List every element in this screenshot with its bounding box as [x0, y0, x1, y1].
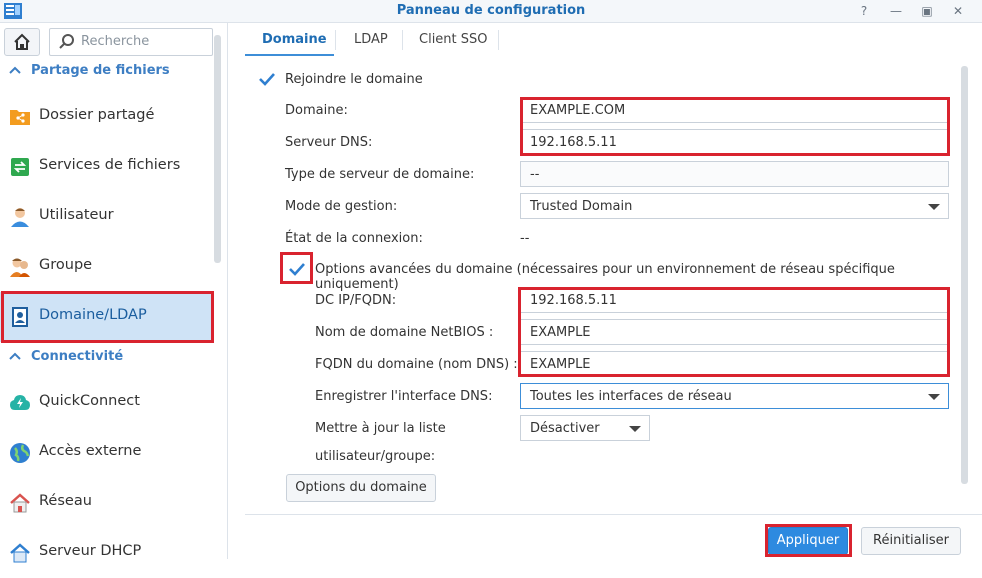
search-input[interactable]: Recherche: [81, 34, 149, 49]
search-icon: [59, 34, 74, 49]
sidebar: Recherche Partage de fichiers Dossier pa…: [0, 23, 228, 563]
dns-server-label: Serveur DNS:: [285, 135, 373, 150]
content-scrollbar[interactable]: [961, 66, 968, 484]
server-type-label: Type de serveur de domaine:: [285, 167, 475, 182]
sidebar-item-file-services[interactable]: Services de fichiers: [0, 142, 212, 192]
sidebar-scrollbar[interactable]: [214, 35, 221, 263]
window-title: Panneau de configuration: [396, 3, 586, 18]
domain-options-button[interactable]: Options du domaine: [286, 474, 436, 502]
footer-bar: Appliquer Réinitialiser: [245, 514, 982, 560]
highlight-box-domain-dns: [520, 97, 950, 156]
highlight-box-advanced-fields: [518, 287, 950, 377]
tab-separator: [402, 30, 403, 50]
dns-interface-label: Enregistrer l'interface DNS:: [315, 389, 493, 404]
external-access-icon: [10, 443, 30, 463]
sidebar-item-dhcp-server[interactable]: Serveur DHCP: [0, 528, 212, 578]
section-file-sharing[interactable]: Partage de fichiers: [0, 57, 212, 87]
tab-bar: Domaine LDAP Client SSO: [245, 23, 982, 57]
chevron-up-icon: [9, 352, 21, 360]
connection-state-label: État de la connexion:: [285, 231, 423, 246]
sidebar-item-user[interactable]: Utilisateur: [0, 192, 212, 242]
chevron-up-icon: [9, 66, 21, 74]
server-type-field: --: [520, 161, 949, 187]
sidebar-item-network[interactable]: Réseau: [0, 478, 212, 528]
sidebar-item-shared-folder[interactable]: Dossier partagé: [0, 92, 212, 142]
sidebar-item-group[interactable]: Groupe: [0, 242, 212, 292]
minimize-icon[interactable]: —: [887, 2, 905, 20]
update-list-label: Mettre à jour la liste: [315, 421, 446, 436]
management-mode-label: Mode de gestion:: [285, 199, 398, 214]
highlight-box-advanced-checkbox: [280, 252, 313, 284]
join-domain-checkbox[interactable]: [259, 71, 275, 87]
home-icon: [14, 33, 30, 50]
domain-label: Domaine:: [285, 103, 348, 118]
tab-domaine[interactable]: Domaine: [262, 32, 327, 47]
tab-client-sso[interactable]: Client SSO: [419, 32, 488, 47]
tab-separator: [498, 30, 499, 50]
fqdn-label: FQDN du domaine (nom DNS) :: [315, 357, 518, 372]
dhcp-server-icon: [10, 543, 30, 563]
netbios-label: Nom de domaine NetBIOS :: [315, 325, 494, 340]
search-box[interactable]: Recherche: [49, 28, 213, 56]
dropdown-arrow-icon: [928, 204, 940, 210]
network-icon: [10, 493, 30, 513]
highlight-box-domain-ldap: [1, 291, 214, 343]
update-list-select[interactable]: Désactiver: [520, 415, 650, 441]
dc-ip-label: DC IP/FQDN:: [315, 293, 397, 308]
dns-interface-select[interactable]: Toutes les interfaces de réseau: [520, 383, 949, 409]
shared-folder-icon: [10, 110, 30, 125]
domain-settings-panel: Rejoindre le domaine Domaine: EXAMPLE.CO…: [245, 56, 982, 514]
update-list-label-cont: utilisateur/groupe:: [315, 449, 436, 464]
user-icon: [11, 208, 29, 227]
management-mode-select[interactable]: Trusted Domain: [520, 193, 949, 219]
join-domain-label: Rejoindre le domaine: [285, 72, 423, 87]
connection-state-value: --: [520, 231, 530, 246]
reset-button[interactable]: Réinitialiser: [861, 527, 961, 555]
help-icon[interactable]: ?: [855, 2, 873, 20]
tab-separator: [335, 30, 336, 50]
dropdown-arrow-icon: [928, 394, 940, 400]
sidebar-item-external-access[interactable]: Accès externe: [0, 428, 212, 478]
close-icon[interactable]: ✕: [949, 2, 967, 20]
home-button[interactable]: [4, 28, 40, 56]
section-connectivity[interactable]: Connectivité: [0, 343, 212, 373]
dropdown-arrow-icon: [629, 426, 641, 432]
quickconnect-icon: [10, 395, 30, 410]
title-bar: Panneau de configuration ? — ▣ ✕: [0, 0, 982, 23]
tab-ldap[interactable]: LDAP: [354, 32, 388, 47]
maximize-icon[interactable]: ▣: [918, 2, 936, 20]
file-services-icon: [11, 158, 29, 176]
group-icon: [10, 258, 30, 277]
sidebar-item-quickconnect[interactable]: QuickConnect: [0, 378, 212, 428]
highlight-box-apply: [765, 524, 852, 557]
